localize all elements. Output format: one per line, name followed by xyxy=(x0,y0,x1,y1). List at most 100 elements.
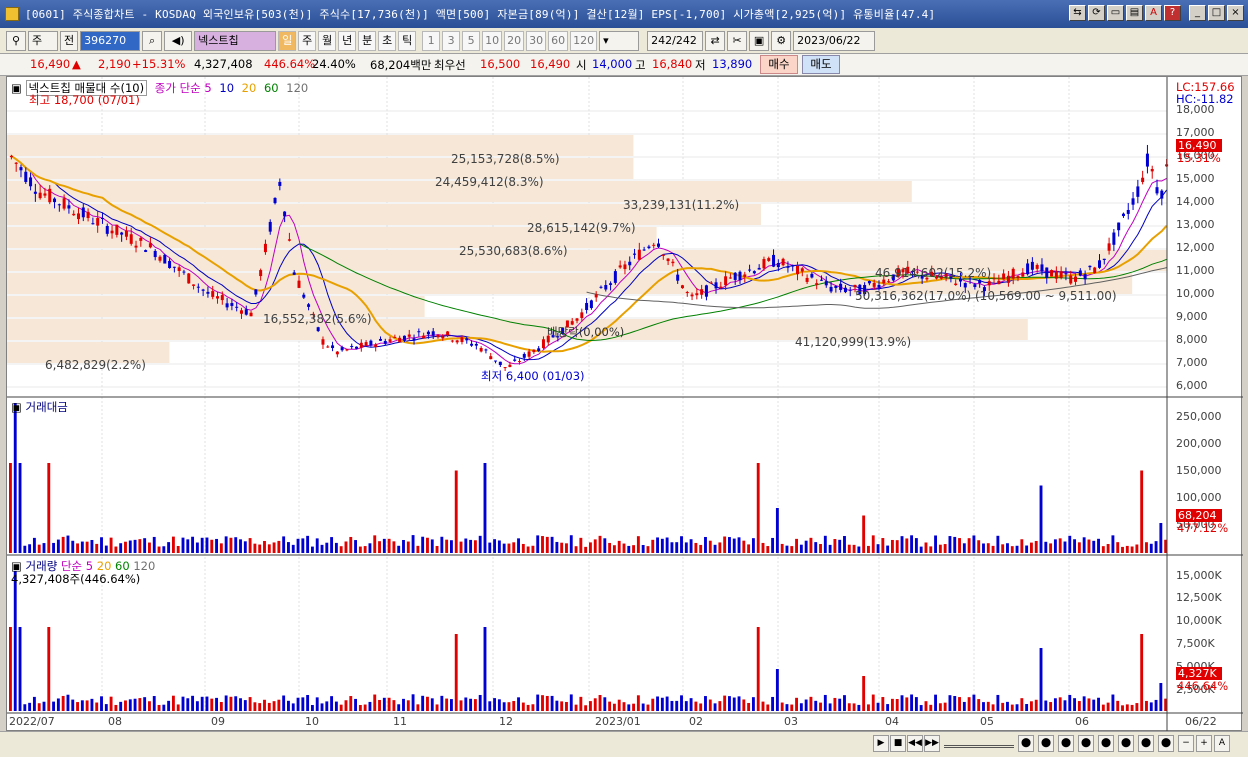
link-icon[interactable]: ⇆ xyxy=(1069,5,1086,21)
interval-input[interactable]: ▾ xyxy=(599,30,640,51)
search-icon[interactable]: ⌕ xyxy=(142,30,163,51)
help-icon[interactable]: ? xyxy=(1164,5,1181,21)
period-tick[interactable]: 틱 xyxy=(398,30,417,51)
candle-body xyxy=(177,267,181,272)
candle-body xyxy=(1121,213,1125,217)
period-month[interactable]: 월 xyxy=(318,30,337,51)
candle-body xyxy=(187,273,191,284)
buy-button[interactable]: 매수 xyxy=(760,55,798,74)
candle-body xyxy=(206,291,210,294)
amount-bar xyxy=(421,536,425,553)
volume-bar xyxy=(416,704,420,711)
candle-body xyxy=(278,181,282,186)
volume-bar xyxy=(608,701,612,711)
candle-body xyxy=(1102,258,1106,260)
volume-bar xyxy=(593,698,597,711)
candle-body xyxy=(1155,187,1159,194)
legend-box-icon: ▣ xyxy=(11,81,22,95)
mode-select[interactable]: 주 xyxy=(28,30,58,51)
minimize-button[interactable]: _ xyxy=(1189,5,1206,21)
tools-icon[interactable]: ✂ xyxy=(727,30,748,51)
candle-body xyxy=(369,340,373,346)
volume-bar xyxy=(996,694,1000,711)
amount-bar xyxy=(13,403,17,553)
draw-tool-icon[interactable]: ⬤ xyxy=(1038,735,1054,752)
volume-bar xyxy=(991,704,995,711)
gear-icon[interactable]: ⚙ xyxy=(771,30,792,51)
volume-bar xyxy=(1063,700,1067,711)
candle-body xyxy=(355,346,359,349)
amount-bar xyxy=(406,541,410,553)
interval-10[interactable]: 10 xyxy=(482,30,503,51)
candle-body xyxy=(254,289,258,295)
draw-tool-icon[interactable]: ⬤ xyxy=(1138,735,1154,752)
prev-button[interactable]: 전 xyxy=(60,30,79,51)
candle-body xyxy=(129,234,133,244)
play-icon[interactable]: ▶ xyxy=(873,735,889,752)
candle-body xyxy=(283,211,287,217)
count-input[interactable]: 242/242 xyxy=(647,30,704,51)
amount-bar xyxy=(224,536,228,553)
interval-30[interactable]: 30 xyxy=(526,30,547,51)
amount-bar xyxy=(478,535,482,553)
pin-icon[interactable]: ⚲ xyxy=(6,30,26,51)
refresh-icon[interactable]: ⟳ xyxy=(1088,5,1105,21)
interval-5[interactable]: 5 xyxy=(462,30,481,51)
amount-bar xyxy=(953,536,957,553)
draw-tool-icon[interactable]: ⬤ xyxy=(1158,735,1174,752)
interval-120[interactable]: 120 xyxy=(570,30,598,51)
volume-bar xyxy=(171,695,175,711)
sell-button[interactable]: 매도 xyxy=(802,55,840,74)
amount-bar xyxy=(775,508,779,553)
rewind-icon[interactable]: ◀◀ xyxy=(907,735,923,752)
chart-area[interactable]: ▣ 넥스트칩 매물대 수(10) 종가 단순 5 10 20 60 120 최고… xyxy=(6,76,1243,732)
zoom-out-icon[interactable]: − xyxy=(1178,735,1194,752)
volume-bar xyxy=(713,703,717,711)
stock-code-input[interactable]: 396270 xyxy=(80,30,141,51)
stop-icon[interactable]: ■ xyxy=(890,735,906,752)
date-input[interactable]: 2023/06/22 xyxy=(793,30,876,51)
volume-bar xyxy=(890,698,894,711)
save-icon[interactable]: ▣ xyxy=(749,30,770,51)
interval-1[interactable]: 1 xyxy=(422,30,441,51)
amount-bar xyxy=(852,544,856,553)
window-icon[interactable]: ▭ xyxy=(1107,5,1124,21)
zoom-in-icon[interactable]: + xyxy=(1196,735,1212,752)
period-minute[interactable]: 분 xyxy=(358,30,377,51)
amount-bar xyxy=(397,545,401,553)
fast-forward-icon[interactable]: ▶▶ xyxy=(924,735,940,752)
interval-20[interactable]: 20 xyxy=(504,30,525,51)
draw-tool-icon[interactable]: ⬤ xyxy=(1058,735,1074,752)
amount-bar xyxy=(1058,538,1062,553)
close-button[interactable]: × xyxy=(1227,5,1244,21)
interval-60[interactable]: 60 xyxy=(548,30,569,51)
stock-name[interactable]: 넥스트칩 xyxy=(194,30,277,51)
candle-body xyxy=(1131,198,1135,205)
scroll-slider[interactable] xyxy=(944,738,1014,748)
list-icon[interactable]: ▤ xyxy=(1126,5,1143,21)
period-day[interactable]: 일 xyxy=(278,30,297,51)
draw-tool-icon[interactable]: ⬤ xyxy=(1078,735,1094,752)
candle-body xyxy=(882,279,886,284)
volume-bar xyxy=(541,695,544,711)
amount-bar xyxy=(1116,542,1120,553)
amount-bar xyxy=(248,538,252,553)
period-second[interactable]: 초 xyxy=(378,30,397,51)
amount-bar xyxy=(488,542,492,553)
text-icon[interactable]: A xyxy=(1214,735,1230,752)
draw-tool-icon[interactable]: ⬤ xyxy=(1098,735,1114,752)
volume-bar xyxy=(843,695,846,711)
speaker-icon[interactable]: ◀) xyxy=(164,30,193,51)
draw-tool-icon[interactable]: ⬤ xyxy=(1018,735,1034,752)
price-tick: 13,000 xyxy=(1176,218,1215,231)
period-year[interactable]: 년 xyxy=(338,30,357,51)
font-icon[interactable]: A xyxy=(1145,5,1162,21)
period-week[interactable]: 주 xyxy=(298,30,317,51)
candle-body xyxy=(978,279,982,284)
maximize-button[interactable]: □ xyxy=(1208,5,1225,21)
interval-3[interactable]: 3 xyxy=(442,30,461,51)
draw-tool-icon[interactable]: ⬤ xyxy=(1118,735,1134,752)
volume-bar xyxy=(248,697,252,711)
candle-body xyxy=(791,265,795,267)
arrows-icon[interactable]: ⇄ xyxy=(705,30,726,51)
